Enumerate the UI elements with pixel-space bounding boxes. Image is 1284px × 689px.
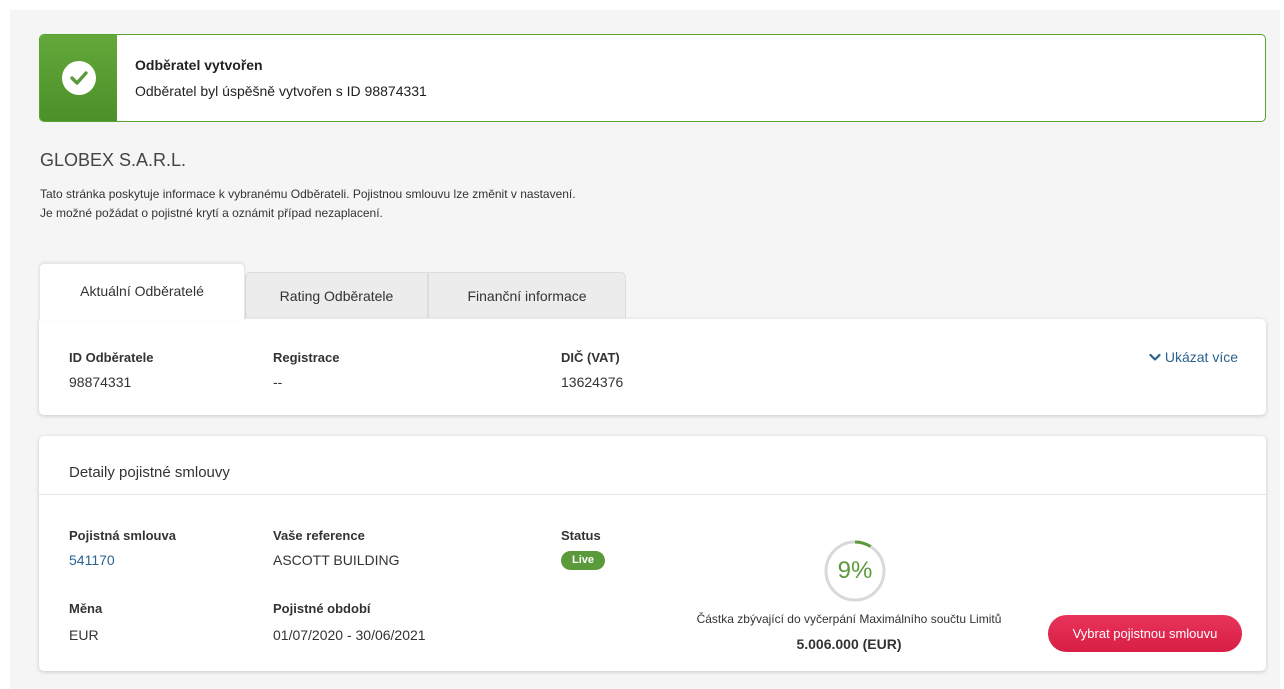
policy-details-card: Detaily pojistné smlouvy Pojistná smlouv… xyxy=(39,436,1266,671)
tab-label: Finanční informace xyxy=(467,287,587,304)
description-line-1: Tato stránka poskytuje informace k vybra… xyxy=(40,187,576,201)
customer-info-card: ID Odběratele 98874331 Registrace -- DIČ… xyxy=(39,319,1266,415)
remaining-amount-label: Částka zbývající do vyčerpání Maximálníh… xyxy=(696,612,1002,626)
period-value: 01/07/2020 - 30/06/2021 xyxy=(273,627,426,643)
reference-label: Vaše reference xyxy=(273,528,365,543)
alert-icon-panel xyxy=(40,35,117,121)
show-more-link[interactable]: Ukázat více xyxy=(1149,349,1238,365)
tab-label: Aktuální Odběratelé xyxy=(80,283,204,299)
currency-label: Měna xyxy=(69,601,103,616)
show-more-label: Ukázat více xyxy=(1164,349,1238,365)
period-label: Pojistné období xyxy=(273,601,371,616)
chevron-down-icon xyxy=(1149,353,1161,361)
company-name: GLOBEX S.A.R.L. xyxy=(40,150,187,170)
reference-value: ASCOTT BUILDING xyxy=(273,552,400,568)
page-background: Odběratel vytvořen Odběratel byl úspěšně… xyxy=(10,10,1280,689)
description-line-2: Je možné požádat o pojistné krytí a ozná… xyxy=(40,206,383,220)
success-alert: Odběratel vytvořen Odběratel byl úspěšně… xyxy=(39,34,1266,122)
remaining-amount-value: 5.006.000 (EUR) xyxy=(796,636,902,652)
select-policy-button[interactable]: Vybrat pojistnou smlouvu xyxy=(1048,615,1242,652)
tab-financial-info[interactable]: Finanční informace xyxy=(428,272,626,318)
alert-body: Odběratel vytvořen Odběratel byl úspěšně… xyxy=(117,35,427,121)
gauge-percent-text: 9% xyxy=(837,557,873,584)
currency-value: EUR xyxy=(69,627,99,643)
policy-card-header: Detaily pojistné smlouvy xyxy=(39,436,1266,495)
policy-number-link[interactable]: 541170 xyxy=(69,552,115,568)
vat-value: 13624376 xyxy=(561,374,624,390)
customer-id-value: 98874331 xyxy=(69,374,132,390)
tab-label: Rating Odběratele xyxy=(279,287,394,304)
registration-value: -- xyxy=(273,374,283,390)
check-icon xyxy=(61,61,96,95)
alert-message: Odběratel byl úspěšně vytvořen s ID 9887… xyxy=(135,83,427,99)
policy-number-label: Pojistná smlouva xyxy=(69,528,176,543)
tab-rating[interactable]: Rating Odběratele xyxy=(245,272,428,318)
customer-id-label: ID Odběratele xyxy=(69,350,154,365)
status-badge: Live xyxy=(561,551,606,570)
policy-card-title: Detaily pojistné smlouvy xyxy=(69,464,230,481)
alert-title: Odběratel vytvořen xyxy=(135,57,263,73)
limit-usage-gauge: 9% xyxy=(823,539,887,603)
vat-label: DIČ (VAT) xyxy=(561,350,620,365)
registration-label: Registrace xyxy=(273,350,340,365)
status-label: Status xyxy=(561,528,601,543)
tab-current-customers[interactable]: Aktuální Odběratelé xyxy=(39,263,245,320)
company-description: Tato stránka poskytuje informace k vybra… xyxy=(40,185,576,223)
